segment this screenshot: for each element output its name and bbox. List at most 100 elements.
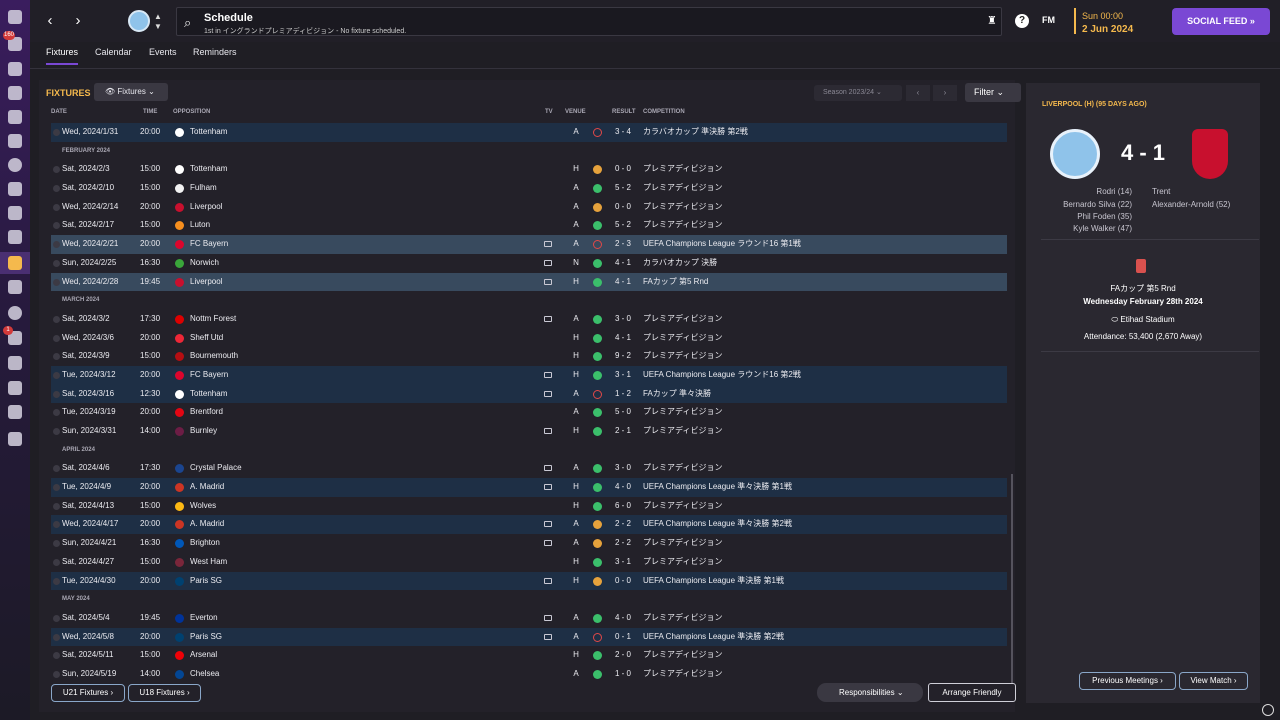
fixture-score[interactable]: 9 - 2	[615, 347, 631, 366]
forward-button[interactable]: ›	[68, 10, 88, 32]
row-select-dot[interactable]	[53, 371, 60, 379]
fixture-row[interactable]: Wed, 2024/2/21 20:00 FC Bayern A 2 - 3 UEFA C…	[51, 235, 1007, 254]
fixture-opponent[interactable]: Tottenham	[190, 385, 227, 404]
fixture-score[interactable]: 3 - 0	[615, 459, 631, 478]
fixture-row[interactable]: Wed, 2024/3/6 20:00 Sheff Utd H 4 - 1 プレミアディビ…	[51, 329, 1007, 348]
season-selector[interactable]: Season 2023/24 ⌄	[814, 85, 902, 101]
row-select-dot[interactable]	[53, 259, 60, 267]
scouting-icon[interactable]	[8, 306, 22, 320]
tab-calendar[interactable]: Calendar	[95, 47, 132, 63]
fixture-row[interactable]: Sun, 2024/2/25 16:30 Norwich N 4 - 1 カラバオカップ …	[51, 254, 1007, 273]
fixture-score[interactable]: 2 - 0	[615, 646, 631, 665]
fixture-opponent[interactable]: Chelsea	[190, 665, 219, 684]
tab-fixtures[interactable]: Fixtures	[46, 47, 79, 65]
fixture-row[interactable]: Sat, 2024/3/2 17:30 Nottm Forest A 3 - 0 プレミア…	[51, 310, 1007, 329]
fixture-row[interactable]: Sat, 2024/3/16 12:30 Tottenham A 1 - 2 FAカップ …	[51, 384, 1007, 404]
scrollbar[interactable]	[1011, 474, 1013, 684]
fixture-score[interactable]: 4 - 0	[615, 609, 631, 628]
fixture-opponent[interactable]: FC Bayern	[190, 235, 228, 254]
tab-events[interactable]: Events	[149, 47, 177, 63]
fixture-row[interactable]: Sat, 2024/2/17 15:00 Luton A 5 - 2 プレミアディビジョン	[51, 216, 1007, 235]
fixture-opponent[interactable]: Arsenal	[190, 646, 217, 665]
arrange-friendly-button[interactable]: Arrange Friendly	[928, 683, 1016, 702]
fixture-opponent[interactable]: Crystal Palace	[190, 459, 242, 478]
fixture-row[interactable]: Wed, 2024/5/8 20:00 Paris SG A 0 - 1 UEFA Cha…	[51, 627, 1007, 647]
row-select-dot[interactable]	[53, 502, 60, 510]
row-select-dot[interactable]	[53, 315, 60, 323]
col-date[interactable]: DATE	[51, 109, 67, 115]
training-icon[interactable]	[8, 206, 22, 220]
fixture-opponent[interactable]: Brighton	[190, 534, 220, 553]
finances-icon[interactable]	[8, 381, 22, 395]
fixture-score[interactable]: 5 - 0	[615, 403, 631, 422]
fixture-opponent[interactable]: Sheff Utd	[190, 329, 223, 348]
row-select-dot[interactable]	[53, 222, 60, 230]
home-icon[interactable]	[8, 10, 22, 24]
fixture-opponent[interactable]: Nottm Forest	[190, 310, 236, 329]
fixture-score[interactable]: 0 - 1	[615, 628, 631, 647]
fixture-row[interactable]: Tue, 2024/4/9 20:00 A. Madrid H 4 - 0 UEFA Ch…	[51, 478, 1007, 497]
data-hub-icon[interactable]	[8, 134, 22, 148]
fixture-row[interactable]: Wed, 2024/1/31 20:00 Tottenham A 3 - 4 カラバオカッ…	[51, 123, 1007, 142]
search-box[interactable]: ⌕ Schedule 1st in イングランドプレミアディビジョン - No …	[176, 7, 1002, 36]
fixture-score[interactable]: 3 - 0	[615, 310, 631, 329]
fixture-row[interactable]: Sat, 2024/2/3 15:00 Tottenham H 0 - 0 プレミアディビ…	[51, 160, 1007, 179]
fixture-score[interactable]: 1 - 2	[615, 385, 631, 404]
prev-club-arrow-icon[interactable]: ▲	[154, 12, 162, 21]
squad-shirt-icon[interactable]	[8, 62, 22, 76]
season-prev-button[interactable]: ‹	[906, 85, 930, 101]
back-button[interactable]: ‹	[40, 10, 60, 32]
previous-meetings-button[interactable]: Previous Meetings ›	[1079, 672, 1176, 690]
help-icon[interactable]: ?	[1015, 14, 1029, 28]
row-select-dot[interactable]	[53, 166, 60, 174]
fixture-opponent[interactable]: Bournemouth	[190, 347, 238, 366]
fixture-score[interactable]: 4 - 1	[615, 273, 631, 292]
fixture-opponent[interactable]: Liverpool	[190, 273, 222, 292]
row-select-dot[interactable]	[53, 614, 60, 622]
fixture-opponent[interactable]: Wolves	[190, 497, 216, 516]
media-icon[interactable]	[8, 405, 22, 419]
col-time[interactable]: TIME	[143, 109, 157, 115]
fixture-row[interactable]: Tue, 2024/4/30 20:00 Paris SG H 0 - 0 UEFA Ch…	[51, 571, 1007, 591]
filter-button[interactable]: Filter ⌄	[965, 83, 1021, 102]
fixture-opponent[interactable]: Brentford	[190, 403, 223, 422]
fm-menu-button[interactable]: FM	[1042, 15, 1055, 25]
fixture-row[interactable]: Wed, 2024/4/17 20:00 A. Madrid A 2 - 2 UEFA C…	[51, 515, 1007, 535]
row-select-dot[interactable]	[53, 558, 60, 566]
row-select-dot[interactable]	[53, 129, 60, 136]
fixture-score[interactable]: 4 - 1	[615, 329, 631, 348]
col-opposition[interactable]: OPPOSITION	[173, 109, 210, 115]
row-select-dot[interactable]	[53, 652, 60, 660]
fixture-row[interactable]: Tue, 2024/3/19 20:00 Brentford A 5 - 0 プレミアディ…	[51, 403, 1007, 422]
fixture-score[interactable]: 4 - 0	[615, 478, 631, 497]
view-match-button[interactable]: View Match ›	[1179, 672, 1248, 690]
season-next-button[interactable]: ›	[933, 85, 957, 101]
fixture-score[interactable]: 5 - 2	[615, 179, 631, 198]
fixture-score[interactable]: 0 - 0	[615, 160, 631, 179]
row-select-dot[interactable]	[53, 409, 60, 417]
fixture-score[interactable]: 3 - 1	[615, 366, 631, 385]
fixture-opponent[interactable]: West Ham	[190, 553, 227, 572]
fixture-opponent[interactable]: Luton	[190, 216, 210, 235]
fixture-row[interactable]: Sat, 2024/5/11 15:00 Arsenal H 2 - 0 プレミアディビジ…	[51, 646, 1007, 665]
trophy-icon[interactable]	[8, 280, 22, 294]
row-select-dot[interactable]	[53, 353, 60, 361]
fixture-opponent[interactable]: Norwich	[190, 254, 219, 273]
schedule-icon[interactable]	[8, 256, 22, 270]
u18-fixtures-button[interactable]: U18 Fixtures ›	[128, 684, 201, 702]
more-icon[interactable]	[8, 432, 22, 446]
fixture-score[interactable]: 2 - 2	[615, 534, 631, 553]
fixture-opponent[interactable]: Paris SG	[190, 572, 222, 591]
row-select-dot[interactable]	[53, 465, 60, 473]
col-venue[interactable]: VENUE	[565, 109, 586, 115]
trophy-cup-icon[interactable]: ♜	[987, 14, 997, 27]
fixture-opponent[interactable]: Liverpool	[190, 198, 222, 217]
fixture-score[interactable]: 2 - 3	[615, 235, 631, 254]
tab-reminders[interactable]: Reminders	[193, 47, 237, 63]
fixture-opponent[interactable]: FC Bayern	[190, 366, 228, 385]
row-select-dot[interactable]	[53, 278, 60, 286]
row-select-dot[interactable]	[53, 577, 60, 585]
fixture-row[interactable]: Sun, 2024/3/31 14:00 Burnley H 2 - 1 プレミアディビジ…	[51, 422, 1007, 441]
club-vision-icon[interactable]	[8, 158, 22, 172]
fixture-opponent[interactable]: A. Madrid	[190, 515, 224, 534]
